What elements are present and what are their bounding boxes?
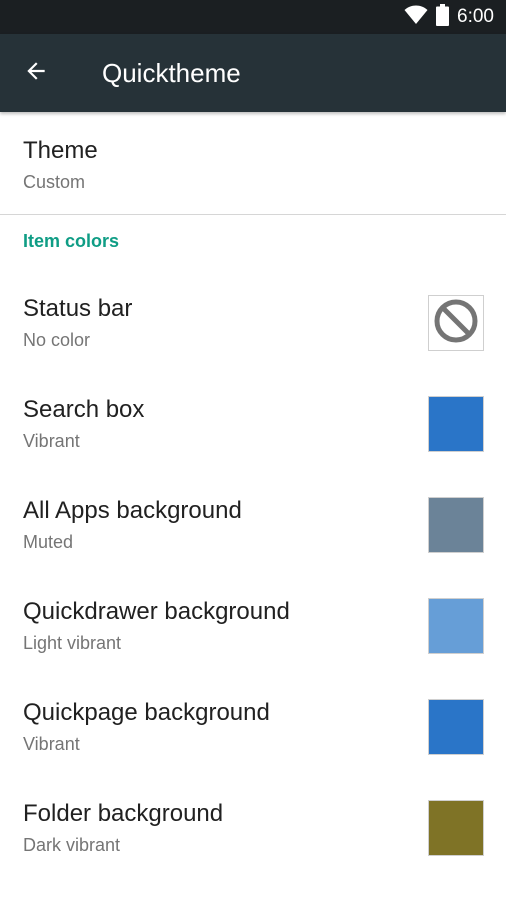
color-swatch-quickdrawer-background[interactable] [428, 598, 484, 654]
item-subtitle: Dark vibrant [23, 835, 121, 855]
color-swatch-search-box[interactable] [428, 396, 484, 452]
item-folder-background[interactable]: Folder background Dark vibrant [0, 800, 506, 900]
item-subtitle: Vibrant [23, 734, 80, 754]
item-subtitle: Vibrant [23, 431, 80, 451]
arrow-back-icon [23, 58, 49, 89]
theme-setting[interactable]: Theme Custom [0, 112, 506, 214]
section-header-item-colors: Item colors [23, 231, 120, 251]
item-title: Folder background [23, 800, 224, 827]
item-title: Status bar [23, 295, 133, 322]
item-title: Search box [23, 396, 145, 423]
page-title: Quicktheme [102, 58, 241, 88]
item-subtitle: No color [23, 330, 91, 350]
item-title: Quickdrawer background [23, 598, 290, 625]
wifi-icon [404, 5, 428, 30]
color-swatch-folder-background[interactable] [428, 800, 484, 856]
theme-title: Theme [23, 137, 98, 164]
battery-icon [436, 3, 450, 31]
item-title: Quickpage background [23, 699, 270, 726]
status-icons: 6:00 [404, 0, 494, 34]
no-color-icon [433, 298, 479, 349]
item-subtitle: Muted [23, 532, 74, 552]
item-quickdrawer-background[interactable]: Quickdrawer background Light vibrant [0, 598, 506, 699]
status-bar: 6:00 [0, 0, 506, 34]
item-status-bar[interactable]: Status bar No color [0, 295, 506, 396]
item-quickpage-background[interactable]: Quickpage background Vibrant [0, 699, 506, 800]
item-title: All Apps background [23, 497, 242, 524]
color-swatch-quickpage-background[interactable] [428, 699, 484, 755]
color-swatch-status-bar[interactable] [428, 295, 484, 351]
item-subtitle: Light vibrant [23, 633, 122, 653]
back-button[interactable] [16, 53, 56, 93]
color-swatch-all-apps-background[interactable] [428, 497, 484, 553]
item-all-apps-background[interactable]: All Apps background Muted [0, 497, 506, 598]
item-search-box[interactable]: Search box Vibrant [0, 396, 506, 497]
theme-value: Custom [23, 172, 86, 192]
app-toolbar: Quicktheme [0, 34, 506, 112]
status-time: 6:00 [457, 6, 494, 27]
divider [0, 214, 506, 215]
